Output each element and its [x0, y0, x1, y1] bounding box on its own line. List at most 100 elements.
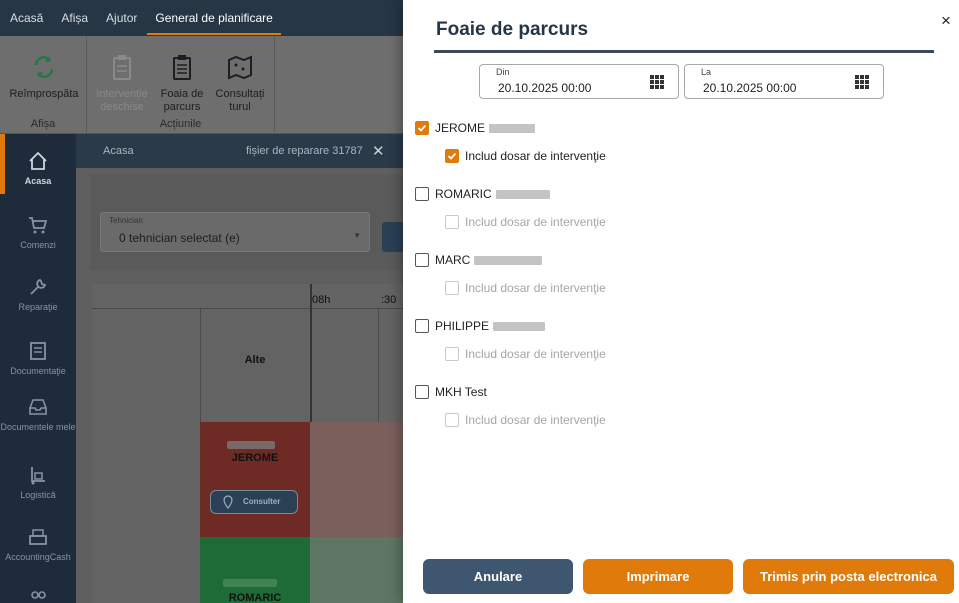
include-file-checkbox[interactable] [445, 347, 459, 361]
date-from-field[interactable]: Din 20.10.2025 00:00 [479, 64, 679, 99]
row-label-other: Alte [244, 354, 266, 366]
consulter-button[interactable]: Consulter [210, 490, 298, 514]
close-icon[interactable]: × [941, 12, 951, 29]
menu-home[interactable]: Acasă [10, 0, 43, 36]
tour-button[interactable]: Consultați turul [211, 52, 269, 114]
redacted-surname [474, 255, 543, 265]
technician-select[interactable]: Tehnician 0 tehnician selectat (e) ▼ [100, 212, 370, 252]
tab-repair-file[interactable]: fișier de reparare 31787 [246, 145, 363, 157]
date-to-value: 20.10.2025 00:00 [703, 81, 797, 95]
cancel-button[interactable]: Anulare [423, 559, 573, 594]
menu-general-planning[interactable]: General de planificare [147, 0, 282, 36]
sidebar-item-my-documents[interactable]: Documentele mele [0, 396, 76, 433]
technician-name: ROMARIC [435, 187, 550, 201]
clipboard-list-icon [173, 55, 191, 80]
dialog-title: Foaie de parcurs [436, 19, 589, 40]
include-file-label: Includ dosar de intervenţie [465, 413, 606, 427]
sidebar-item-users[interactable] [0, 588, 76, 603]
technician-checkbox[interactable] [415, 187, 429, 201]
technician-name-text: MARC [435, 253, 471, 267]
sidebar-item-label: Logistică [20, 490, 56, 500]
time-header-08h: 08h [312, 294, 331, 306]
date-to-field[interactable]: La 20.10.2025 00:00 [684, 64, 884, 99]
technician-row[interactable]: MARC [415, 253, 543, 267]
roadsheet-button[interactable]: Foaia de parcurs [155, 52, 209, 114]
print-button[interactable]: Imprimare [583, 559, 733, 594]
group-label-display: Afișa [30, 118, 56, 130]
technician-name-text: MKH Test [435, 385, 487, 399]
group-label-actions: Acțiunile [159, 118, 202, 130]
redacted-name [227, 438, 275, 452]
send-email-button[interactable]: Trimis prin posta electronica [743, 559, 954, 594]
sidebar-item-documentation[interactable]: Documentaţie [0, 340, 76, 377]
technician-row[interactable]: ROMARIC [415, 187, 550, 201]
technician-row[interactable]: JEROME [415, 121, 536, 135]
include-file-label: Includ dosar de intervenţie [465, 149, 606, 163]
dolly-icon [31, 467, 45, 485]
time-header-30: :30 [381, 294, 397, 306]
technician-checkbox[interactable] [415, 253, 429, 267]
tour-label: Consultați turul [215, 88, 265, 113]
ribbon-group-display: Reîmprospăta Afișa [0, 36, 87, 134]
refresh-icon [34, 56, 54, 78]
sidebar-item-label: Acasa [24, 176, 52, 186]
technician-name: PHILIPPE [435, 319, 546, 333]
redacted-surname [495, 189, 550, 199]
include-file-row[interactable]: Includ dosar de intervenţie [445, 347, 606, 361]
schedule-cell [310, 537, 410, 603]
sidebar: Acasa Comenzi Reparaţie Documentaţie Doc… [0, 134, 76, 603]
refresh-button[interactable]: Reîmprospăta [4, 52, 84, 101]
sidebar-item-accountingcash[interactable]: AccountingCash [0, 526, 76, 563]
include-file-row[interactable]: Includ dosar de intervenţie [445, 215, 606, 229]
users-icon [31, 591, 46, 599]
cart-icon [29, 217, 48, 234]
include-file-label: Includ dosar de intervenţie [465, 347, 606, 361]
open-interventions-label: Intervenție deschise [96, 88, 148, 113]
clipboard-icon [113, 55, 131, 80]
technician-name: JEROME [435, 121, 536, 135]
technician-checkbox[interactable] [415, 319, 429, 333]
map-icon [228, 55, 252, 80]
sidebar-item-label: Documentaţie [10, 366, 66, 376]
include-file-checkbox[interactable] [445, 149, 459, 163]
sidebar-item-logistics[interactable]: Logistică [0, 464, 76, 501]
technician-name-text: PHILIPPE [435, 319, 490, 333]
date-from-value: 20.10.2025 00:00 [498, 81, 592, 95]
include-file-checkbox[interactable] [445, 215, 459, 229]
include-file-row[interactable]: Includ dosar de intervenţie [445, 281, 606, 295]
technician-row[interactable]: MKH Test [415, 385, 487, 399]
calendar-grid-icon[interactable] [650, 75, 664, 89]
technician-checkbox[interactable] [415, 121, 429, 135]
check-icon [417, 124, 427, 132]
sidebar-item-orders[interactable]: Comenzi [0, 214, 76, 251]
include-file-row[interactable]: Includ dosar de intervenţie [445, 149, 606, 163]
menu-display[interactable]: Afișa [61, 0, 88, 36]
calendar-grid-icon[interactable] [855, 75, 869, 89]
include-file-label: Includ dosar de intervenţie [465, 281, 606, 295]
redacted-surname [493, 321, 546, 331]
date-to-label: La [701, 67, 712, 77]
sidebar-item-label: AccountingCash [5, 552, 71, 562]
open-interventions-button[interactable]: Intervenție deschise [93, 52, 151, 114]
technician-row[interactable]: PHILIPPE [415, 319, 546, 333]
location-pin-icon [223, 495, 233, 509]
row-label-jerome: JEROME [231, 452, 279, 464]
cash-register-icon [29, 529, 47, 545]
tab-home[interactable]: Acasa [103, 145, 134, 157]
include-file-checkbox[interactable] [445, 281, 459, 295]
ribbon-group-actions: Intervenție deschise Foaia de parcurs Co… [87, 36, 275, 134]
title-divider [434, 50, 934, 53]
schedule-cell [310, 422, 410, 537]
sidebar-item-home[interactable]: Acasa [0, 150, 76, 187]
document-icon [30, 342, 46, 360]
include-file-row[interactable]: Includ dosar de intervenţie [445, 413, 606, 427]
sidebar-item-repair[interactable]: Reparaţie [0, 276, 76, 313]
sidebar-item-label: Documentele mele [0, 422, 76, 432]
include-file-label: Includ dosar de intervenţie [465, 215, 606, 229]
close-tab-icon[interactable]: ✕ [372, 142, 385, 160]
redacted-name [223, 576, 277, 590]
inbox-icon [29, 399, 47, 415]
technician-checkbox[interactable] [415, 385, 429, 399]
menu-help[interactable]: Ajutor [106, 0, 137, 36]
include-file-checkbox[interactable] [445, 413, 459, 427]
